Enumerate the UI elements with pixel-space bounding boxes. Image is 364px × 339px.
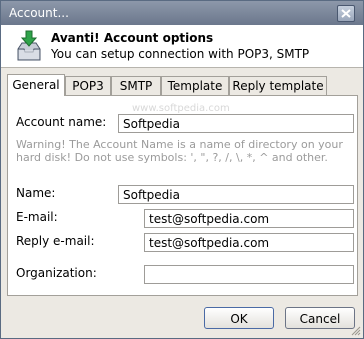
name-input[interactable]: Softpedia: [118, 185, 354, 204]
cancel-button[interactable]: Cancel: [285, 307, 355, 329]
inbox-download-icon: [15, 29, 43, 63]
window-title: Account...: [9, 6, 69, 20]
tab-general[interactable]: General: [7, 74, 65, 96]
general-panel: www.softpedia.com Account name: Softpedi…: [7, 95, 358, 296]
email-label: E-mail:: [16, 210, 58, 224]
tab-smtp[interactable]: SMTP: [111, 76, 161, 95]
account-name-label: Account name:: [16, 115, 107, 129]
account-name-input[interactable]: Softpedia: [118, 114, 354, 133]
dialog-header: Avanti! Account options You can setup co…: [1, 25, 363, 68]
email-input[interactable]: test@softpedia.com: [144, 209, 354, 228]
close-icon: [341, 9, 351, 18]
resize-grip-icon[interactable]: [351, 326, 361, 336]
watermark: www.softpedia.com: [132, 103, 230, 114]
organization-label: Organization:: [16, 266, 97, 280]
account-dialog: Account... Avanti! Account options You c…: [0, 0, 364, 339]
ok-button[interactable]: OK: [204, 307, 274, 329]
organization-input[interactable]: [144, 265, 354, 284]
tab-reply-template[interactable]: Reply template: [229, 76, 327, 95]
header-title: Avanti! Account options: [51, 31, 214, 45]
close-button[interactable]: [337, 5, 355, 22]
name-label: Name:: [16, 186, 56, 200]
tab-template[interactable]: Template: [161, 76, 229, 95]
account-name-warning: Warning! The Account Name is a name of d…: [16, 138, 343, 164]
reply-email-label: Reply e-mail:: [16, 234, 95, 248]
title-bar[interactable]: Account...: [1, 1, 363, 25]
header-subtitle: You can setup connection with POP3, SMTP: [51, 47, 310, 61]
reply-email-input[interactable]: test@softpedia.com: [144, 233, 354, 252]
tab-pop3[interactable]: POP3: [65, 76, 111, 95]
